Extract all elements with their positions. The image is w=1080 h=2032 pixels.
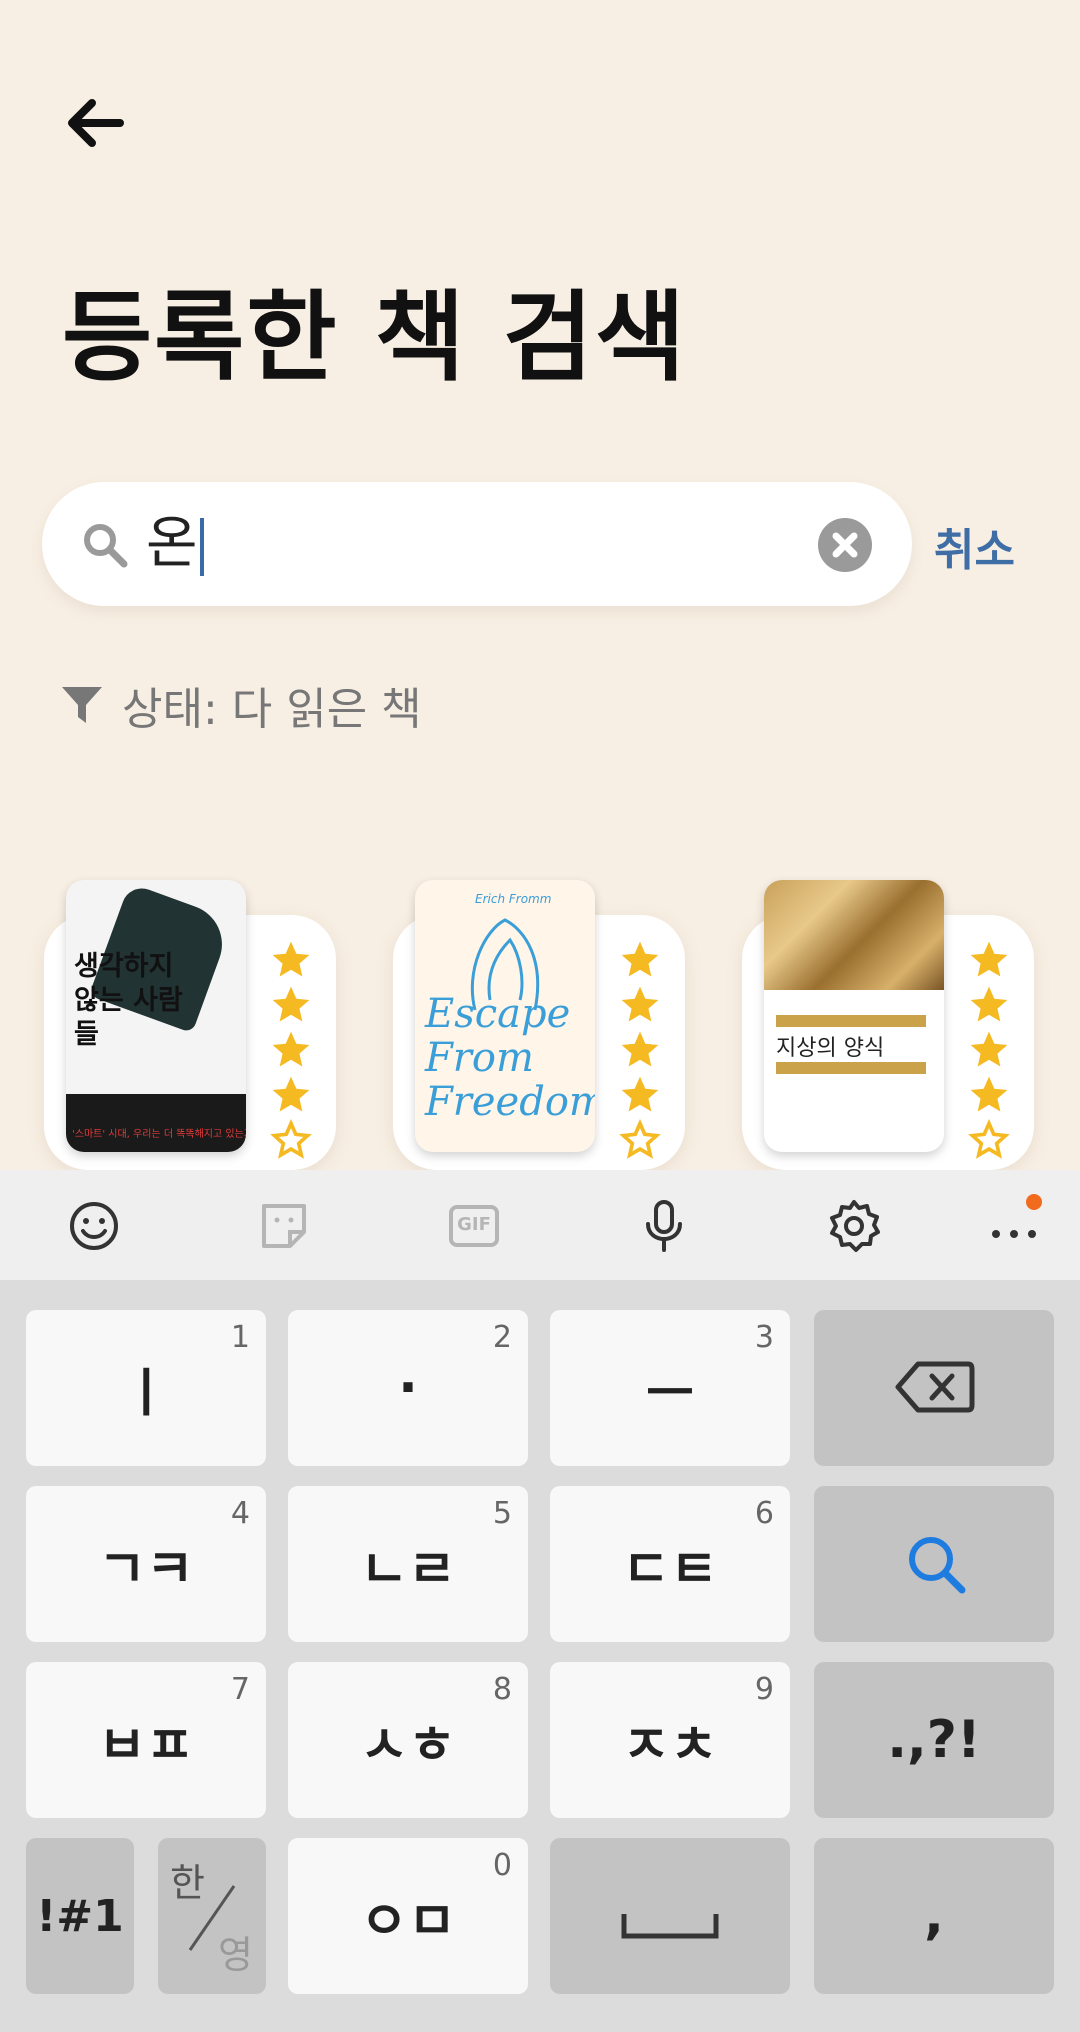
book-cover: 지상의 양식 [764,880,944,1152]
gif-button[interactable]: GIF [446,1198,502,1254]
key-number: 5 [492,1496,512,1531]
symbols-key[interactable]: !#1 [26,1838,134,1994]
star-filled-icon [970,941,1008,977]
key-label: !#1 [36,1890,124,1942]
book-cover-tagline: '스마트' 시대, 우리는 더 똑똑해지고 있는가? [72,1129,246,1140]
cover-bar [776,1062,926,1074]
clear-search-button[interactable] [818,518,872,572]
star-filled-icon [272,941,310,977]
star-filled-icon [621,986,659,1022]
star-empty-icon [968,1118,1010,1159]
search-icon [84,524,128,568]
book-cover-title: Escape From Freedom [425,991,595,1125]
star-filled-icon [621,941,659,977]
book-cover-title: 지상의 양식 [776,1036,885,1061]
star-rating [268,938,316,1163]
space-bar-icon [621,1914,719,1939]
notification-dot [1026,1194,1042,1210]
key-8[interactable]: ㅅㅎ 8 [288,1662,528,1818]
backspace-key[interactable] [814,1310,1054,1466]
star-filled-icon [970,986,1008,1022]
emoji-icon[interactable] [66,1198,122,1254]
search-input[interactable]: 온 [146,506,204,582]
star-filled-icon [272,1076,310,1112]
star-rating [617,938,665,1163]
key-1[interactable]: ㅣ1 [26,1310,266,1466]
filter-label: 상태: 다 읽은 책 [122,684,422,735]
key-7[interactable]: ㅂㅍ 7 [26,1662,266,1818]
star-filled-icon [970,1031,1008,1067]
key-5[interactable]: ㄴㄹ 5 [288,1486,528,1642]
key-9[interactable]: ㅈㅊ 9 [550,1662,790,1818]
search-icon [909,1537,966,1594]
key-4[interactable]: ㄱㅋ 4 [26,1486,266,1642]
book-cover: 생각하지 않는 사람들 '스마트' 시대, 우리는 더 똑똑해지고 있는가? [66,880,246,1152]
book-card[interactable]: Erich Fromm Escape From Freedom [393,870,693,1170]
app-screen: 등록한 책 검색 온 취소 상태: 다 읽은 책 생각하지 않는 사람들 '스마 [0,0,1080,1170]
key-2[interactable]: · 2 [288,1310,528,1466]
space-key[interactable] [550,1838,790,1994]
key-number: 1 [230,1320,250,1355]
key-number: 4 [230,1496,250,1531]
cover-bar [776,1015,926,1027]
star-rating [966,938,1014,1163]
key-number: 7 [230,1672,250,1707]
back-arrow-icon[interactable] [60,88,130,158]
key-3[interactable]: ㅡ3 [550,1310,790,1466]
search-bar[interactable]: 온 [42,482,912,606]
star-filled-icon [621,1031,659,1067]
book-cover-title: 생각하지 않는 사람들 [74,951,183,1050]
star-filled-icon [272,1031,310,1067]
star-filled-icon [272,986,310,1022]
book-card[interactable]: 지상의 양식 [742,870,1042,1170]
key-number: 0 [492,1848,512,1883]
settings-icon[interactable] [826,1198,882,1254]
key-6[interactable]: ㄷㅌ 6 [550,1486,790,1642]
key-number: 2 [492,1320,512,1355]
cancel-button[interactable]: 취소 [934,514,1015,578]
page-title: 등록한 책 검색 [62,281,688,395]
key-number: 3 [754,1320,774,1355]
star-filled-icon [970,1076,1008,1112]
key-number: 6 [754,1496,774,1531]
lang-bottom-label: 영 [218,1933,253,1977]
key-label: .,?! [887,1710,981,1770]
key-0[interactable]: ㅇㅁ 0 [288,1838,528,1994]
language-toggle-key[interactable]: 한 영 [158,1838,266,1994]
cover-artwork [764,880,944,990]
backspace-icon [895,1361,975,1413]
book-cover: Erich Fromm Escape From Freedom [415,880,595,1152]
book-list: 생각하지 않는 사람들 '스마트' 시대, 우리는 더 똑똑해지고 있는가? E… [0,870,1080,1170]
text-caret [199,517,204,576]
star-empty-icon [270,1118,312,1159]
cover-band [66,1094,246,1152]
status-filter[interactable]: 상태: 다 읽은 책 [60,675,422,735]
punctuation-key[interactable]: .,?! [814,1662,1054,1818]
key-label: , [924,1886,944,1946]
keyboard-toolbar: GIF [0,1170,1080,1280]
clear-x-icon [832,532,858,558]
key-number: 8 [492,1672,512,1707]
search-key[interactable] [814,1486,1054,1642]
star-empty-icon [619,1118,661,1159]
gif-label: GIF [457,1214,491,1235]
filter-funnel-icon [62,687,102,723]
comma-key[interactable]: , [814,1838,1054,1994]
book-card[interactable]: 생각하지 않는 사람들 '스마트' 시대, 우리는 더 똑똑해지고 있는가? [44,870,344,1170]
sticker-icon[interactable] [256,1198,312,1254]
book-cover-author: Erich Fromm [475,892,552,906]
search-query-text: 온 [146,511,198,576]
keyboard: GIF ㅣ1 · 2 ㅡ3 ㄱㅋ 4 ㄴㄹ 5 ㄷㅌ 6 ㅂㅍ 7 ㅅㅎ 8 ㅈ… [0,1170,1080,2032]
star-filled-icon [621,1076,659,1112]
mic-icon[interactable] [636,1198,692,1254]
key-number: 9 [754,1672,774,1707]
